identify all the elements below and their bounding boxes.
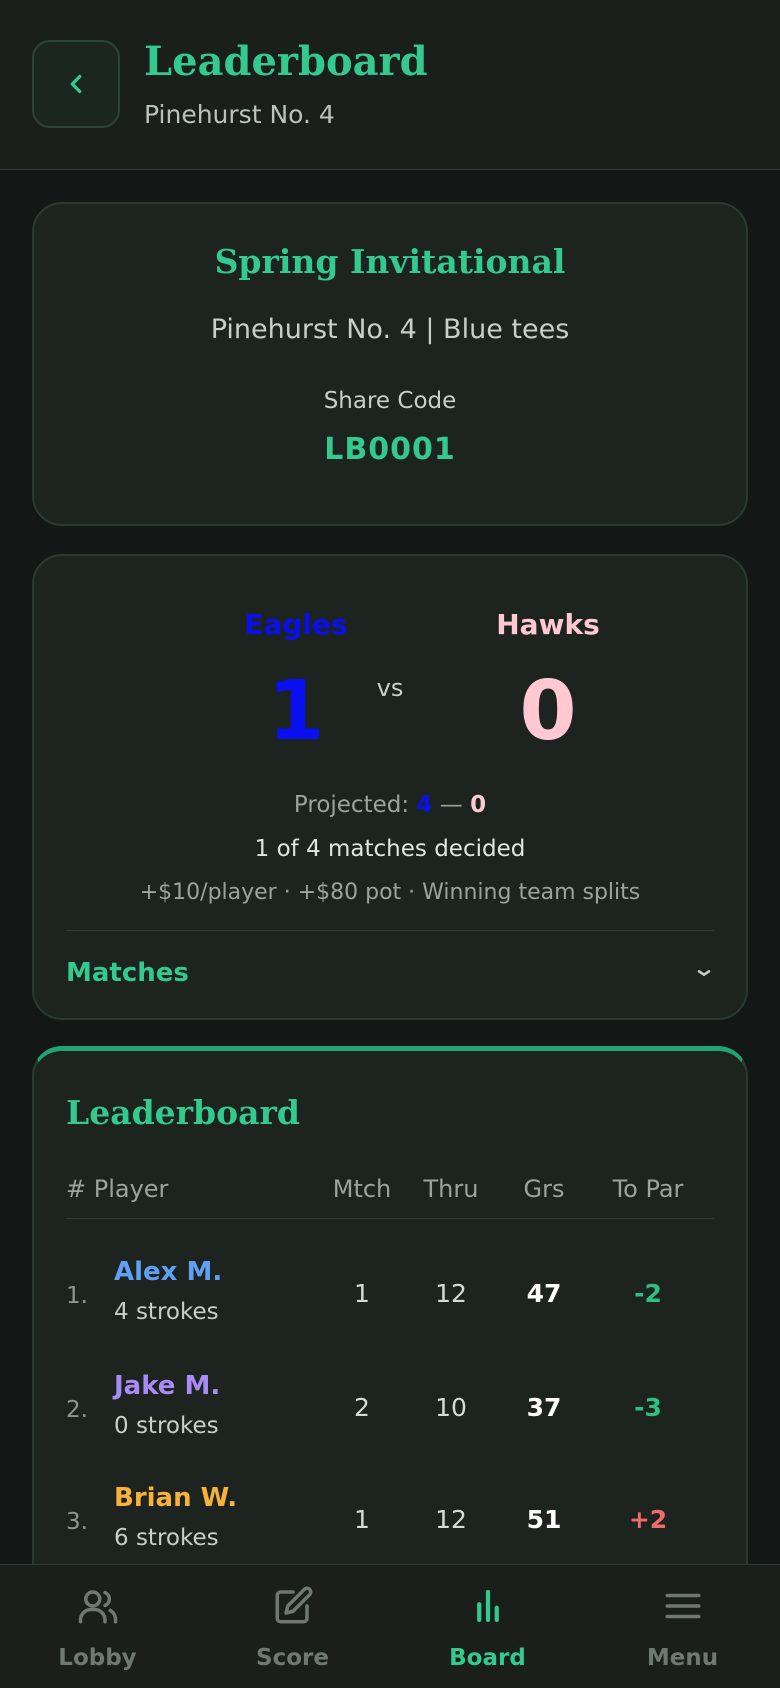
player-strokes: 4 strokes [114, 1299, 219, 1325]
projected-label: Projected: [293, 792, 410, 818]
nav-score[interactable]: Score [195, 1565, 390, 1688]
event-course-line: Pinehurst No. 4 | Blue tees [210, 314, 570, 345]
page-title: Leaderboard [144, 38, 428, 85]
chevron-down-icon [697, 970, 711, 976]
player-thru: 12 [435, 1279, 467, 1308]
menu-icon [665, 1593, 701, 1619]
bar-chart-icon [477, 1589, 499, 1623]
page-subtitle: Pinehurst No. 4 [144, 100, 335, 129]
projected-team-a: 4 [416, 792, 433, 818]
player-rank: 3. [66, 1509, 88, 1535]
team-match-card: Eagles Hawks 1 vs 0 Projected: 4 — 0 1 o… [32, 554, 748, 1020]
player-mtch: 1 [354, 1279, 370, 1308]
back-button[interactable] [32, 40, 120, 128]
col-player: # Player [66, 1175, 169, 1203]
leaderboard-title: Leaderboard [66, 1093, 300, 1132]
player-thru: 12 [435, 1505, 467, 1534]
team-a-name: Eagles [244, 608, 348, 641]
col-grs: Grs [523, 1175, 565, 1203]
nav-label: Lobby [58, 1645, 137, 1671]
event-title: Spring Invitational [214, 242, 566, 281]
player-to-par: -2 [634, 1279, 662, 1308]
nav-label: Score [256, 1645, 329, 1671]
nav-label: Menu [646, 1645, 719, 1671]
player-to-par: +2 [628, 1505, 668, 1534]
leaderboard-header: # Player Mtch Thru Grs To Par [66, 1175, 714, 1219]
player-mtch: 1 [354, 1505, 370, 1534]
event-card: Spring Invitational Pinehurst No. 4 | Bl… [32, 202, 748, 526]
projected-line: Projected: 4 — 0 [34, 792, 746, 818]
matches-label: Matches [66, 958, 189, 988]
player-gross: 37 [526, 1393, 562, 1422]
chevron-left-icon [70, 74, 82, 94]
table-row[interactable]: 2. Jake M. 0 strokes 2 10 37 -3 [66, 1357, 714, 1469]
player-to-par: -3 [634, 1393, 662, 1422]
player-name: Jake M. [114, 1371, 221, 1401]
col-thru: Thru [423, 1175, 479, 1203]
col-mtch: Mtch [332, 1175, 392, 1203]
bottom-nav: Lobby Score Board Menu [0, 1564, 780, 1688]
app-header: Leaderboard Pinehurst No. 4 [0, 0, 780, 170]
player-gross: 47 [526, 1279, 562, 1308]
nav-board[interactable]: Board [390, 1565, 585, 1688]
users-icon [78, 1590, 118, 1624]
player-thru: 10 [435, 1393, 467, 1422]
nav-label: Board [449, 1645, 526, 1671]
team-b-score: 0 [519, 664, 577, 759]
matches-decided: 1 of 4 matches decided [254, 836, 526, 862]
col-to-par: To Par [612, 1175, 684, 1203]
share-code-label: Share Code [323, 388, 457, 414]
projected-separator: — [439, 792, 463, 818]
share-code-value[interactable]: LB0001 [34, 432, 746, 467]
player-rank: 2. [66, 1397, 88, 1423]
player-rank: 1. [66, 1283, 88, 1309]
player-name: Alex M. [114, 1257, 223, 1287]
matches-toggle[interactable]: Matches [66, 948, 714, 998]
table-row[interactable]: 1. Alex M. 4 strokes 1 12 47 -2 [66, 1243, 714, 1355]
player-name: Brian W. [114, 1483, 238, 1513]
divider [66, 930, 714, 931]
nav-lobby[interactable]: Lobby [0, 1565, 195, 1688]
edit-icon [275, 1586, 313, 1624]
player-gross: 51 [526, 1505, 562, 1534]
nav-menu[interactable]: Menu [585, 1565, 780, 1688]
player-mtch: 2 [354, 1393, 370, 1422]
player-strokes: 6 strokes [114, 1525, 219, 1551]
stakes-line: +$10/player · +$80 pot · Winning team sp… [139, 880, 641, 905]
player-strokes: 0 strokes [114, 1413, 219, 1439]
projected-team-b: 0 [470, 792, 487, 818]
team-b-name: Hawks [496, 608, 600, 641]
